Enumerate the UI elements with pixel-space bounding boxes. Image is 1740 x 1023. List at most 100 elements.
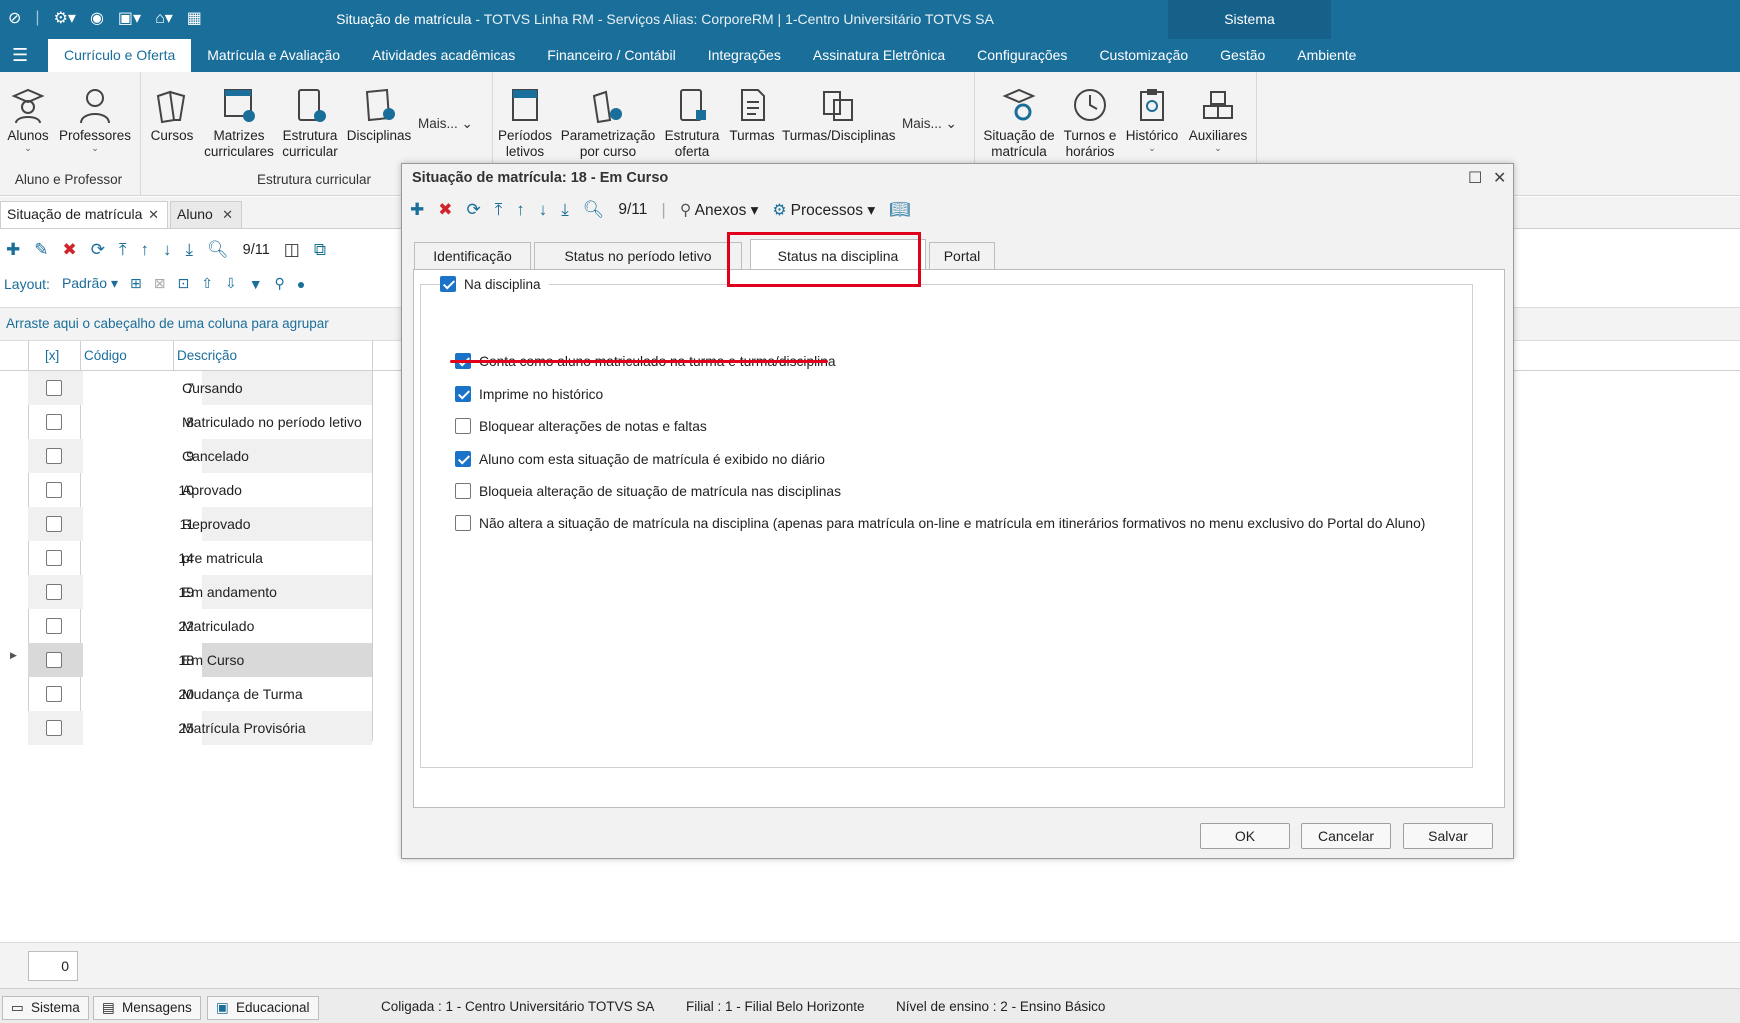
add-icon[interactable]: ✚ [410,200,424,220]
delete-icon[interactable]: ✖ [63,240,77,260]
menu-tab-2[interactable]: Atividades acadêmicas [356,39,531,72]
checkbox[interactable] [455,515,471,531]
row-checkbox[interactable] [46,448,62,464]
ribbon-disciplinas-button[interactable]: Disciplinas [346,86,412,144]
up-icon[interactable]: ↑ [141,240,150,260]
first-icon[interactable]: ⤒ [119,240,127,260]
close-icon[interactable]: ✕ [222,202,233,227]
last-icon[interactable]: ⤓ [561,200,569,220]
save-button[interactable]: Salvar [1403,823,1493,849]
col-header-desc[interactable]: Descrição [177,348,237,363]
row-checkbox[interactable] [46,584,62,600]
layout-upload-icon[interactable]: ⇧ [201,275,213,292]
table-row[interactable]: 9 Cancelado [28,439,372,473]
table-row[interactable]: 18 Em Curso [28,643,372,677]
table-row[interactable]: 19 Em andamento [28,575,372,609]
row-checkbox[interactable] [46,516,62,532]
row-checkbox[interactable] [46,482,62,498]
status-sistema-button[interactable]: ▭ Sistema [2,996,89,1020]
search-icon[interactable]: 🔍︎ [207,240,229,260]
table-row[interactable]: 8 Matriculado no período letivo [28,405,372,439]
pin-icon[interactable]: ⚲ [275,275,285,292]
ribbon-periodos-button[interactable]: Períodos letivos [496,86,554,160]
tab-portal[interactable]: Portal [929,242,995,270]
row-checkbox[interactable] [46,618,62,634]
pager-input[interactable]: 0 [28,951,78,981]
cancel-button[interactable]: Cancelar [1301,823,1391,849]
format-icon[interactable]: ▼ [249,276,263,292]
row-checkbox[interactable] [46,720,62,736]
menu-tab-5[interactable]: Assinatura Eletrônica [797,39,961,72]
menu-tab-7[interactable]: Customização [1083,39,1204,72]
option-4[interactable]: Bloqueia alteração de situação de matríc… [455,483,841,499]
option-1[interactable]: Imprime no histórico [455,386,603,402]
refresh-icon[interactable]: ⟳ [91,240,105,260]
option-2[interactable]: Bloquear alterações de notas e faltas [455,418,707,434]
first-icon[interactable]: ⤒ [495,200,503,220]
layout-import-icon[interactable]: ⊡ [177,275,189,292]
ribbon-turnos-button[interactable]: Turnos e horários [1060,86,1120,160]
columns-icon[interactable]: ◫ [284,240,300,260]
status-mensagens-button[interactable]: ▤ Mensagens [93,996,201,1020]
checkbox[interactable] [455,386,471,402]
doc-tab-aluno[interactable]: Aluno ✕ [170,201,242,228]
down-icon[interactable]: ↓ [539,200,548,220]
option-5[interactable]: Não altera a situação de matrícula na di… [455,515,1425,531]
close-icon[interactable]: ✕ [148,202,159,227]
edit-icon[interactable]: ✎ [34,240,48,260]
palette-icon[interactable]: ● [297,276,305,292]
row-checkbox[interactable] [46,686,62,702]
menu-tab-1[interactable]: Matrícula e Avaliação [191,39,356,72]
ribbon-matrizes-button[interactable]: Matrizes curriculares [200,86,278,160]
checkbox[interactable] [440,276,456,292]
layout-add-icon[interactable]: ⊞ [130,275,142,292]
ribbon-turmas-button[interactable]: Turmas [726,86,778,144]
last-icon[interactable]: ⤓ [186,240,194,260]
tab-status-periodo[interactable]: Status no período letivo [534,242,742,270]
ribbon-mais-button-1[interactable]: Mais... ⌄ [418,116,473,132]
close-icon[interactable]: ✕ [1493,168,1506,188]
layout-select[interactable]: Padrão ▾ [62,275,118,292]
layout-download-icon[interactable]: ⇩ [225,275,237,292]
menu-tab-8[interactable]: Gestão [1204,39,1281,72]
row-checkbox[interactable] [46,380,62,396]
delete-icon[interactable]: ✖ [438,200,452,220]
help-book-icon[interactable]: 📖︎ [889,200,911,220]
refresh-icon[interactable]: ⟳ [467,200,481,220]
checkbox[interactable] [455,451,471,467]
menu-tab-6[interactable]: Configurações [961,39,1083,72]
anexos-button[interactable]: ⚲ Anexos ▾ [680,201,759,220]
status-educacional-button[interactable]: ▣ Educacional [207,996,319,1020]
checkbox[interactable] [455,418,471,434]
table-row[interactable]: 20 Mudança de Turma [28,677,372,711]
ribbon-situacao-button[interactable]: Situação de matrícula [980,86,1058,160]
ribbon-parametrizacao-button[interactable]: Parametrização por curso [558,86,658,160]
sistema-tab[interactable]: Sistema [1168,0,1331,39]
ribbon-turmas-disciplinas-button[interactable]: Turmas/Disciplinas [782,86,896,144]
row-checkbox[interactable] [46,414,62,430]
external-icon[interactable]: ⧉ [314,240,326,260]
table-row[interactable]: 22 Matriculado [28,609,372,643]
hamburger-icon[interactable]: ☰ [12,45,28,66]
down-icon[interactable]: ↓ [163,240,172,260]
ribbon-historico-button[interactable]: Histórico ⌄ [1122,86,1182,153]
ribbon-estrutura-oferta-button[interactable]: Estrutura oferta [660,86,724,160]
add-icon[interactable]: ✚ [6,240,20,260]
ok-button[interactable]: OK [1200,823,1290,849]
option-3[interactable]: Aluno com esta situação de matrícula é e… [455,451,825,467]
na-disciplina-checkbox[interactable]: Na disciplina [440,276,549,292]
doc-tab-situacao[interactable]: Situação de matrícula ✕ [0,201,168,228]
checkbox[interactable] [455,483,471,499]
menu-tab-0[interactable]: Currículo e Oferta [48,39,192,72]
table-row[interactable]: 14 pre matricula [28,541,372,575]
ribbon-alunos-button[interactable]: Alunos ⌄ [4,86,52,153]
menu-tab-3[interactable]: Financeiro / Contábil [531,39,691,72]
processos-button[interactable]: ⚙ Processos ▾ [772,201,875,220]
up-icon[interactable]: ↑ [516,200,525,220]
table-row[interactable]: 11 Reprovado [28,507,372,541]
row-checkbox[interactable] [46,550,62,566]
layout-remove-icon[interactable]: ⊠ [154,275,166,292]
table-row[interactable]: 10 Aprovado [28,473,372,507]
table-row[interactable]: 25 Matrícula Provisória [28,711,372,745]
maximize-icon[interactable]: ☐ [1468,168,1482,188]
